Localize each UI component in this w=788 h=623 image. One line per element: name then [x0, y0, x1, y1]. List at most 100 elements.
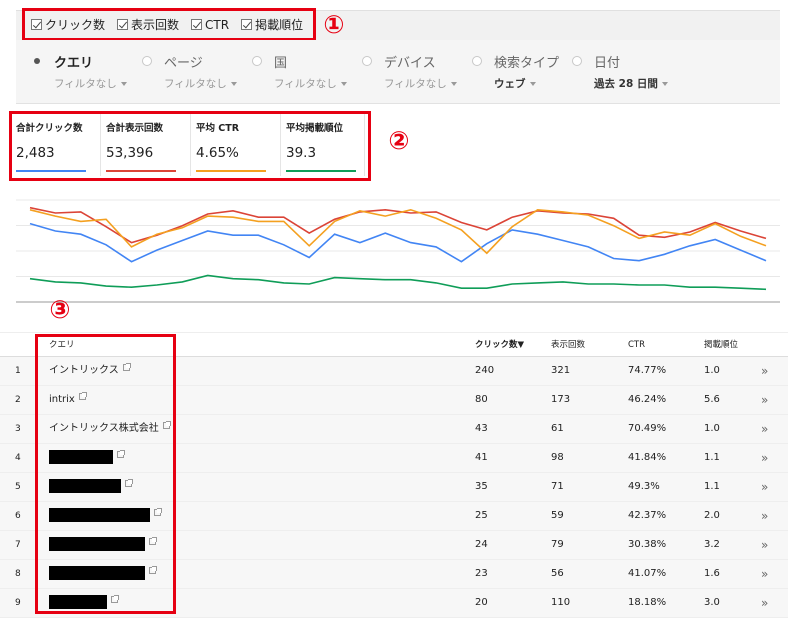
row-detail-chevron-icon[interactable]: » [761, 473, 768, 501]
query-cell[interactable] [49, 589, 119, 617]
clicks-cell: 35 [475, 481, 488, 492]
external-link-icon[interactable] [149, 537, 157, 545]
row-number: 3 [15, 424, 21, 434]
total-position[interactable]: 平均掲載順位 39.3 [286, 118, 362, 174]
external-link-icon[interactable] [117, 450, 125, 458]
dimension-selector: クエリ フィルタなし ページ フィルタなし 国 フィルタなし デバイス フィルタ… [16, 40, 780, 104]
redacted-query [49, 566, 145, 580]
position-cell: 1.0 [704, 365, 720, 376]
row-detail-chevron-icon[interactable]: » [761, 444, 768, 472]
impressions-cell: 173 [551, 394, 571, 405]
query-cell[interactable] [49, 531, 157, 559]
query-cell[interactable]: イントリックス株式会社 [49, 415, 171, 443]
external-link-icon[interactable] [154, 508, 162, 516]
external-link-icon[interactable] [122, 363, 131, 371]
radio-icon [252, 56, 262, 66]
table-row[interactable]: 1 イントリックス 240 321 74.77% 1.0 » [0, 357, 788, 386]
row-number: 8 [15, 569, 21, 579]
impressions-cell: 71 [551, 481, 564, 492]
row-number: 4 [15, 453, 21, 463]
col-position-header[interactable]: 掲載順位 [704, 333, 738, 357]
dimension-filter[interactable]: フィルタなし [54, 76, 127, 91]
caret-down-icon [450, 82, 457, 86]
clicks-cell: 23 [475, 568, 488, 579]
position-cell: 1.0 [704, 423, 720, 434]
query-text[interactable]: intrix [49, 394, 75, 405]
dimension-filter[interactable]: フィルタなし [164, 76, 237, 91]
total-value: 4.65% [196, 145, 239, 161]
dimension-filter[interactable]: 過去 28 日間 [594, 76, 668, 91]
row-detail-chevron-icon[interactable]: » [761, 531, 768, 559]
redacted-query [49, 450, 113, 464]
dimension-filter[interactable]: フィルタなし [384, 76, 457, 91]
row-number: 1 [15, 366, 21, 376]
table-row[interactable]: 3 イントリックス株式会社 43 61 70.49% 1.0 » [0, 415, 788, 444]
table-row[interactable]: 7 24 79 30.38% 3.2 » [0, 531, 788, 560]
query-cell[interactable]: イントリックス [49, 357, 131, 385]
ctr-cell: 18.18% [628, 597, 667, 608]
total-value: 53,396 [106, 145, 154, 161]
total-ctr[interactable]: 平均 CTR 4.65% [196, 118, 272, 174]
ctr-cell: 42.37% [628, 510, 667, 521]
clicks-cell: 43 [475, 423, 488, 434]
position-checkbox[interactable]: 掲載順位 [241, 16, 303, 33]
radio-icon [572, 56, 582, 66]
dimension-label: 日付 [594, 56, 621, 71]
table-row[interactable]: 5 35 71 49.3% 1.1 » [0, 473, 788, 502]
row-detail-chevron-icon[interactable]: » [761, 415, 768, 443]
query-cell[interactable] [49, 560, 157, 588]
position-cell: 1.6 [704, 568, 720, 579]
caret-down-icon [340, 82, 347, 86]
ctr-cell: 70.49% [628, 423, 667, 434]
row-detail-chevron-icon[interactable]: » [761, 357, 768, 385]
caret-down-icon [529, 82, 536, 86]
external-link-icon[interactable] [125, 479, 133, 487]
ctr-cell: 74.77% [628, 365, 667, 376]
total-impressions[interactable]: 合計表示回数 53,396 [106, 118, 182, 174]
table-row[interactable]: 4 41 98 41.84% 1.1 » [0, 444, 788, 473]
query-text[interactable]: イントリックス [49, 365, 119, 376]
performance-chart [16, 199, 780, 303]
dimension-label: 検索タイプ [494, 56, 560, 71]
row-detail-chevron-icon[interactable]: » [761, 589, 768, 617]
table-row[interactable]: 6 25 59 42.37% 2.0 » [0, 502, 788, 531]
dimension-filter[interactable]: ウェブ [494, 76, 536, 91]
series-color-bar [106, 170, 176, 172]
check-icon [31, 19, 42, 30]
clicks-cell: 240 [475, 365, 495, 376]
col-impressions-header[interactable]: 表示回数 [551, 333, 585, 357]
redacted-query [49, 595, 107, 609]
totals-panel: 合計クリック数 2,483 合計表示回数 53,396 平均 CTR 4.65%… [9, 111, 371, 181]
redacted-query [49, 508, 150, 522]
impressions-checkbox[interactable]: 表示回数 [117, 16, 179, 33]
clicks-checkbox[interactable]: クリック数 [31, 16, 105, 33]
query-cell[interactable]: intrix [49, 386, 87, 414]
ctr-cell: 46.24% [628, 394, 667, 405]
external-link-icon[interactable] [149, 566, 157, 574]
col-ctr-header[interactable]: CTR [628, 333, 645, 357]
row-detail-chevron-icon[interactable]: » [761, 502, 768, 530]
query-cell[interactable] [49, 502, 162, 530]
checkbox-label: CTR [205, 17, 230, 32]
col-query-header[interactable]: クエリ [49, 333, 75, 357]
external-link-icon[interactable] [111, 595, 119, 603]
row-detail-chevron-icon[interactable]: » [761, 560, 768, 588]
col-clicks-header[interactable]: クリック数▼ [475, 333, 524, 357]
ctr-checkbox[interactable]: CTR [191, 18, 229, 32]
total-clicks[interactable]: 合計クリック数 2,483 [16, 118, 92, 174]
external-link-icon[interactable] [78, 392, 87, 400]
table-row[interactable]: 8 23 56 41.07% 1.6 » [0, 560, 788, 589]
series-color-bar [16, 170, 86, 172]
query-cell[interactable] [49, 444, 125, 472]
metric-toggle-group: クリック数 表示回数 CTR 掲載順位 [22, 8, 316, 41]
table-row[interactable]: 2 intrix 80 173 46.24% 5.6 » [0, 386, 788, 415]
row-number: 2 [15, 395, 21, 405]
external-link-icon[interactable] [162, 421, 171, 429]
total-value: 39.3 [286, 145, 317, 161]
query-text[interactable]: イントリックス株式会社 [49, 423, 159, 434]
query-cell[interactable] [49, 473, 133, 501]
row-detail-chevron-icon[interactable]: » [761, 386, 768, 414]
clicks-cell: 80 [475, 394, 488, 405]
dimension-filter[interactable]: フィルタなし [274, 76, 347, 91]
table-row[interactable]: 9 20 110 18.18% 3.0 » [0, 589, 788, 618]
